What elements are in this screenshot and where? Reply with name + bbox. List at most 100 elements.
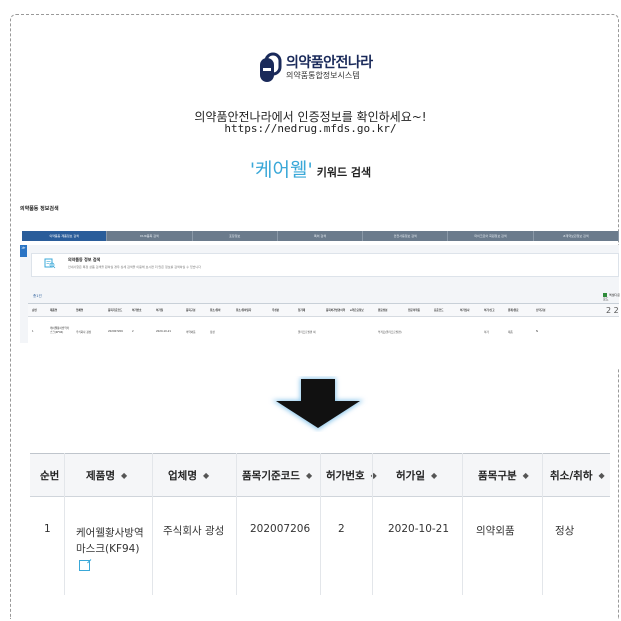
- zoom-header-label-6: 품목구분: [478, 469, 517, 482]
- mini-tab-6[interactable]: #계약보관정보 검색: [534, 231, 619, 241]
- zoom-header-5[interactable]: 허가일 ◆: [396, 454, 437, 496]
- pill-logo-icon: [260, 52, 282, 82]
- zoom-cell-category: 의약외품: [476, 525, 515, 537]
- nedrug-logo: 의약품안전나라 의약품통합정보시스템: [258, 52, 373, 84]
- column-divider: [152, 453, 153, 595]
- mini-cell-19: N: [536, 330, 538, 333]
- zoom-header-6[interactable]: 품목구분 ◆: [478, 454, 529, 496]
- zoomed-results-table: 순번 제품명 ◆ 업체명 ◆ 품목기준코드 ◆ 허가번호 ◆ 허가일 ◆ 품목구분 ◆ 취소/취하 ◆ 1 …: [30, 453, 610, 595]
- keyword-heading: '케어웰' 키워드 검색: [0, 155, 621, 182]
- mini-tab-3[interactable]: 특허 검색: [278, 231, 364, 241]
- zoom-cell-product-name[interactable]: 케어웰황사방역마스크(KF94): [76, 525, 152, 573]
- mini-excel-download-button[interactable]: 엑셀다운로드: [603, 293, 621, 301]
- intro-url[interactable]: https://nedrug.mfds.go.kr/: [0, 122, 621, 135]
- mini-end-marker: 2 2: [606, 306, 619, 315]
- zoom-cell-permit-no: 2: [338, 523, 345, 535]
- mini-cell-6: 의약외품: [186, 331, 196, 334]
- zoom-cell-company: 주식회사 광성: [163, 525, 225, 537]
- zoom-header-label-4: 허가번호: [326, 469, 365, 482]
- sort-icon[interactable]: ◆: [306, 471, 312, 480]
- mini-cell-4: 2: [132, 330, 134, 333]
- mini-header-2[interactable]: 업체명: [76, 308, 83, 312]
- column-divider: [542, 453, 543, 595]
- mini-header-4[interactable]: 허가번호: [132, 308, 142, 312]
- zoom-header-2[interactable]: 업체명 ◆: [168, 454, 209, 496]
- zoom-cell-permit-date: 2020-10-21: [388, 523, 450, 535]
- search-document-icon: [44, 258, 56, 269]
- mini-header-18[interactable]: 완제/원료: [508, 308, 519, 312]
- mini-header-16[interactable]: 허가심사: [460, 308, 470, 312]
- mini-cell-13: 부직포(폴리프로필렌): [378, 331, 402, 334]
- sort-icon[interactable]: ◆: [121, 471, 127, 480]
- mini-header-14[interactable]: 전문의약품: [408, 308, 420, 312]
- mini-cell-3: 202007206: [108, 330, 123, 333]
- zoom-header-label-1: 제품명: [86, 469, 115, 482]
- zoom-header-label-0: 순번: [40, 469, 60, 482]
- mini-page-title: 의약품등 정보검색: [20, 206, 59, 212]
- mini-box-desc: 안내사항은 특정 상품 검색을 원하실 경우 상세 검색을 이용해 보시면 더 …: [68, 265, 201, 269]
- zoom-cell-status: 정상: [555, 525, 575, 537]
- mini-header-1[interactable]: 제품명: [50, 308, 57, 312]
- sort-icon[interactable]: ◆: [431, 471, 437, 480]
- product-name-link[interactable]: 케어웰황사방역마스크(KF94): [76, 527, 144, 555]
- keyword-suffix: 키워드 검색: [316, 166, 372, 179]
- mini-cell-5: 2020-10-21: [156, 330, 172, 333]
- zoom-header-0[interactable]: 순번: [40, 454, 59, 496]
- mini-box-title: 의약품등 정보 검색: [68, 257, 101, 262]
- mini-table-header: 순번 제품명 업체명 품목기준코드 허가번호 허가일 품목구분 취소/취하 취소/취하일자 주성분…: [28, 304, 619, 317]
- zoom-header-label-3: 품목기준코드: [242, 469, 300, 482]
- mini-header-15[interactable]: 표준코드: [434, 308, 444, 312]
- mini-header-0[interactable]: 순번: [32, 308, 37, 312]
- zoom-header-1[interactable]: 제품명 ◆: [86, 454, 127, 496]
- column-divider: [462, 453, 463, 595]
- mini-tab-1[interactable]: DUR품목 검색: [107, 231, 193, 241]
- search-page-thumbnail: 의약품등 정보검색 의약품등 제품정보 검색 DUR품목 검색 포장정보 특허 검색 안…: [20, 205, 621, 370]
- sort-icon[interactable]: ◆: [203, 471, 209, 480]
- mini-header-6[interactable]: 품목구분: [186, 308, 196, 312]
- mini-cell-0: 1: [32, 330, 34, 333]
- mini-tab-bar: 의약품등 제품정보 검색 DUR품목 검색 포장정보 특허 검색 안전사용정보 검색 마이…: [22, 231, 619, 241]
- column-divider: [372, 453, 373, 595]
- mini-header-5[interactable]: 허가일: [156, 308, 163, 312]
- column-divider: [320, 453, 321, 595]
- mini-header-11[interactable]: 품목허가변경이력: [326, 308, 345, 312]
- zoom-cell-item-code: 202007206: [250, 523, 311, 535]
- mini-cell-2: 주식회사 광성: [76, 331, 92, 334]
- zoom-header-3[interactable]: 품목기준코드 ◆: [242, 454, 312, 496]
- zoom-header-label-5: 허가일: [396, 469, 425, 482]
- mini-cell-18: 제품: [508, 331, 513, 334]
- keyword-term: '케어웰': [249, 159, 313, 181]
- mini-header-10[interactable]: 첨가제: [298, 308, 305, 312]
- mini-header-7[interactable]: 취소/취하: [210, 308, 221, 312]
- mini-side-toggle[interactable]: ≫: [20, 245, 27, 257]
- mini-header-9[interactable]: 주성분: [272, 308, 279, 312]
- mini-header-3[interactable]: 품목기준코드: [108, 308, 122, 312]
- mini-header-12[interactable]: e약은요정보: [350, 308, 364, 312]
- mini-tab-2[interactable]: 포장정보: [193, 231, 278, 241]
- mini-header-8[interactable]: 취소/취하일자: [236, 308, 251, 312]
- mini-tab-5[interactable]: 마이크로어 회원정보 검색: [448, 231, 534, 241]
- mini-header-19[interactable]: 신약구분: [536, 308, 546, 312]
- mini-cell-1[interactable]: 케어웰황사방역마스크(KF94): [50, 326, 70, 334]
- mini-tab-0[interactable]: 의약품등 제품정보 검색: [22, 231, 108, 241]
- external-link-icon[interactable]: [79, 559, 90, 571]
- mini-result-count: 총1건: [33, 294, 42, 298]
- sort-icon[interactable]: ◆: [598, 471, 604, 480]
- zoom-cell-index: 1: [44, 523, 51, 535]
- mini-cell-10: 폴리프로필렌 외: [298, 331, 316, 334]
- mini-tab-4[interactable]: 안전사용정보 검색: [363, 231, 449, 241]
- zoom-header-7[interactable]: 취소/취하 ◆: [550, 454, 605, 496]
- mini-cell-7: 정상: [210, 331, 215, 334]
- down-arrow-icon: [272, 378, 364, 430]
- logo-main-text: 의약품안전나라: [286, 55, 373, 71]
- mini-results-table: 순번 제품명 업체명 품목기준코드 허가번호 허가일 품목구분 취소/취하 취소/취하일자 주성분…: [28, 303, 619, 368]
- zoom-header-label-2: 업체명: [168, 469, 197, 482]
- column-divider: [64, 453, 65, 595]
- column-divider: [236, 453, 237, 595]
- mini-header-13[interactable]: 원료성분: [378, 308, 388, 312]
- mini-header-17[interactable]: 허가/신고: [484, 308, 495, 312]
- sort-icon[interactable]: ◆: [523, 471, 529, 480]
- mini-cell-17: 허가: [484, 331, 489, 334]
- zoom-header-label-7: 취소/취하: [550, 469, 593, 482]
- zoom-header-4[interactable]: 허가번호 ◆: [326, 454, 377, 496]
